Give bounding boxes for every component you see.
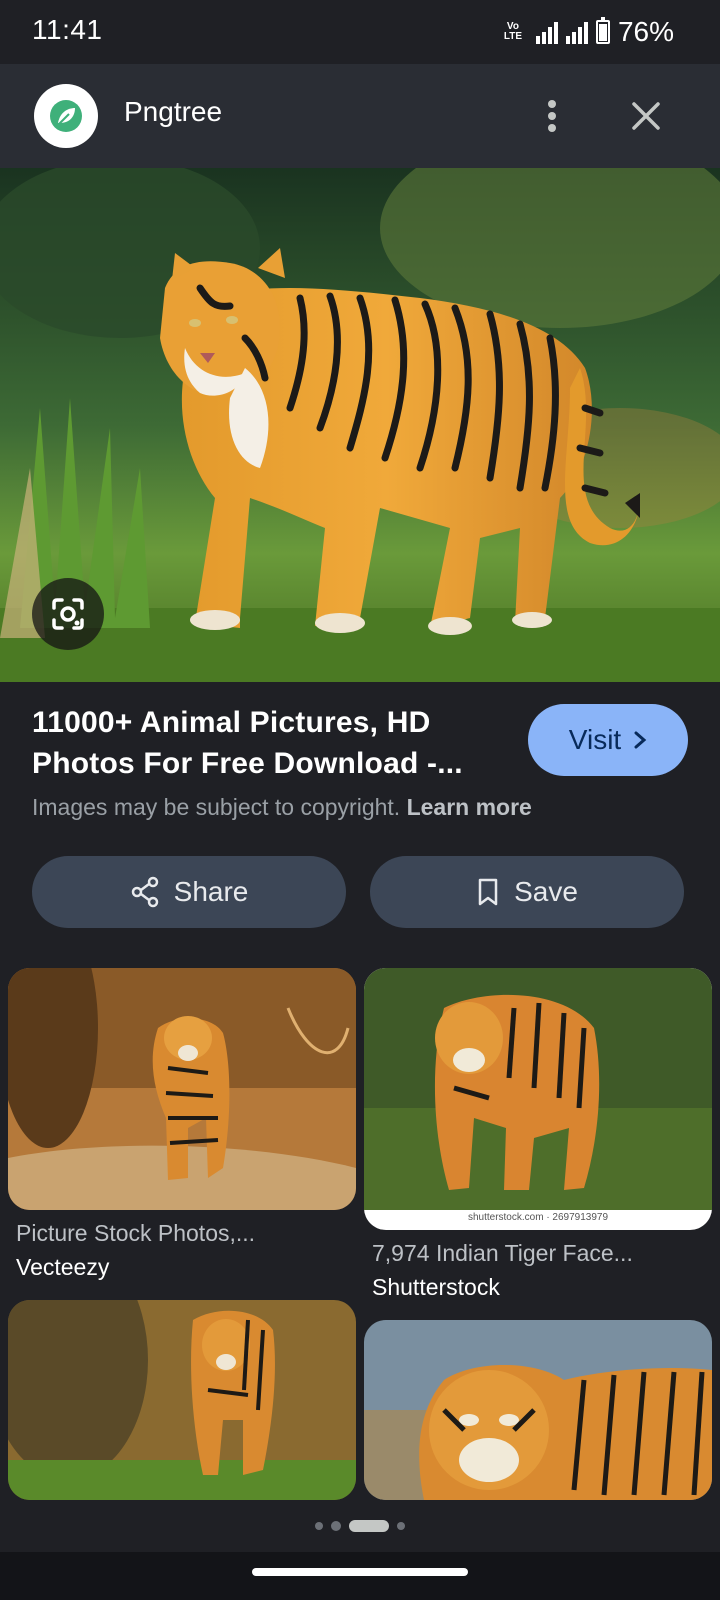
- bookmark-icon: [478, 878, 498, 906]
- share-label: Share: [173, 876, 249, 907]
- volte-icon: Vo LTE: [503, 21, 523, 42]
- site-logo[interactable]: [34, 84, 98, 148]
- related-image-4[interactable]: [364, 1320, 712, 1500]
- related-caption-1[interactable]: Picture Stock Photos,...: [16, 1220, 255, 1247]
- tiger-photo: [0, 168, 720, 682]
- related-image-1[interactable]: [8, 968, 356, 1210]
- share-icon: [131, 876, 158, 908]
- learn-more-link[interactable]: Learn more: [407, 794, 532, 820]
- share-button[interactable]: Share: [32, 856, 346, 928]
- save-button[interactable]: Save: [370, 856, 684, 928]
- viewer-header: Pngtree: [0, 64, 720, 168]
- status-time: 11:41: [32, 14, 103, 45]
- related-source-1[interactable]: Vecteezy: [16, 1254, 109, 1281]
- visit-label: Visit: [568, 724, 622, 755]
- tiger-thumbnail-grass: [364, 968, 712, 1210]
- related-caption-2[interactable]: 7,974 Indian Tiger Face...: [372, 1240, 633, 1267]
- site-name[interactable]: Pngtree: [124, 96, 222, 128]
- battery-percent: 76%: [617, 16, 674, 47]
- lens-search-button[interactable]: [32, 578, 104, 650]
- chevron-right-icon: [634, 731, 647, 749]
- result-title[interactable]: 11000+ Animal Pictures, HD Photos For Fr…: [32, 702, 492, 784]
- home-gesture-handle[interactable]: [252, 1568, 468, 1576]
- close-icon[interactable]: [628, 98, 664, 134]
- shutterstock-watermark: shutterstock.com · 2697913979: [467, 1212, 609, 1223]
- save-label: Save: [514, 876, 578, 907]
- result-title-line1: 11000+ Animal Pictures, HD: [32, 706, 431, 739]
- google-lens-icon: [52, 598, 84, 630]
- copyright-text: Images may be subject to copyright.: [32, 794, 401, 820]
- signal-2-icon: [565, 20, 588, 44]
- tiger-thumbnail-closeup: [364, 1320, 712, 1500]
- status-bar: 11:41 Vo LTE 76%: [0, 0, 720, 64]
- more-vert-icon[interactable]: [536, 94, 568, 138]
- visit-button[interactable]: Visit: [528, 704, 688, 776]
- status-icons: Vo LTE 76%: [498, 16, 674, 48]
- result-title-line2: Photos For Free Download -...: [32, 747, 463, 780]
- related-image-2[interactable]: shutterstock.com · 2697913979: [364, 968, 712, 1230]
- carousel-page-indicator: [0, 1516, 720, 1536]
- pngtree-leaf-icon: [50, 100, 82, 132]
- system-nav-bar: [0, 1552, 720, 1600]
- related-image-3[interactable]: [8, 1300, 356, 1500]
- tiger-thumbnail-walking: [8, 1300, 356, 1500]
- signal-icon: [535, 20, 558, 44]
- main-image[interactable]: [0, 168, 720, 682]
- copyright-notice: Images may be subject to copyright. Lear…: [32, 794, 532, 821]
- tiger-thumbnail-autumn: [8, 968, 356, 1210]
- related-source-2[interactable]: Shutterstock: [372, 1274, 500, 1301]
- battery-icon: [595, 17, 610, 44]
